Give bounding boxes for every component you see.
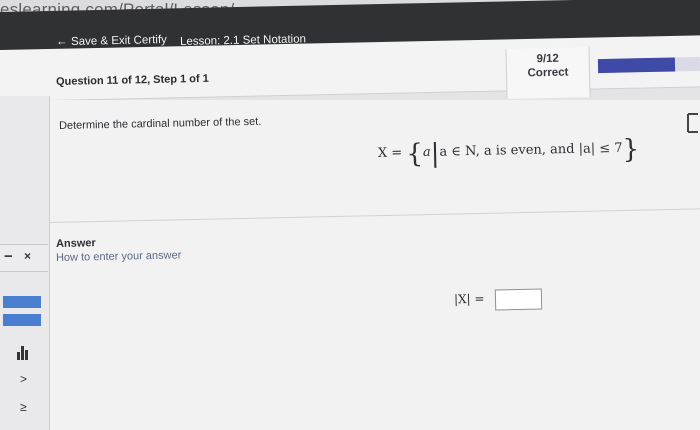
set-open-brace: { — [406, 139, 424, 170]
set-close-brace: } — [622, 134, 640, 165]
greater-than-button[interactable]: > — [20, 372, 27, 386]
progress-fill — [597, 57, 675, 74]
minimize-icon[interactable]: − — [4, 248, 13, 265]
score-status: Correct — [527, 66, 569, 80]
set-expression: X = {a|a ∈ N, a is even, and |a| ≤ 7} — [378, 135, 640, 170]
text-cursor-icon — [687, 113, 698, 133]
progress-bar — [597, 56, 700, 74]
bar-chart-icon[interactable] — [17, 346, 29, 360]
score-fraction: 9/12 — [536, 52, 560, 66]
palette-button-2[interactable] — [3, 314, 41, 326]
back-arrow-icon[interactable]: ← — [56, 36, 68, 48]
palette-button-1[interactable] — [3, 296, 41, 308]
tool-strip: − × — [0, 244, 48, 272]
set-bar: | — [430, 138, 440, 169]
greater-equal-button[interactable]: ≥ — [20, 400, 27, 414]
answer-heading: Answer — [55, 237, 96, 250]
answer-input[interactable] — [494, 288, 543, 311]
answer-label: |X| = — [453, 291, 485, 307]
set-lhs: X = — [377, 145, 407, 161]
set-condition: a ∈ N, a is even, and |a| ≤ 7 — [439, 140, 623, 160]
score-box: 9/12 Correct — [505, 47, 591, 99]
close-icon[interactable]: × — [24, 249, 31, 263]
